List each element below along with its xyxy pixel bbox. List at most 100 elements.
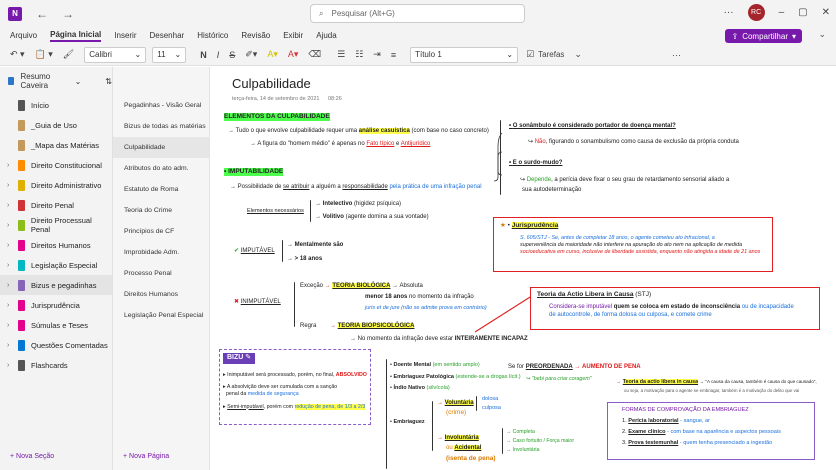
close-icon[interactable]: ✕ [822, 7, 830, 18]
italic-button[interactable]: I [217, 50, 220, 60]
absoluta: Absoluta [399, 283, 423, 289]
section-item[interactable]: › Bizus e pegadinhas [0, 275, 112, 295]
new-page-label: Nova Página [129, 453, 170, 460]
sort-icon[interactable]: ⇅ [105, 77, 112, 86]
isenta: (isenta de pena) [446, 455, 496, 462]
possib-1: Possibilidade de [237, 184, 282, 190]
chevron-down-icon[interactable]: ⌄ [574, 49, 582, 60]
regra-line: Regra → TEORIA BIOPSICOLÓGICA [300, 323, 415, 331]
regra: Regra [300, 323, 317, 329]
section-item[interactable]: › Direito Processual Penal [0, 215, 112, 235]
bold-button[interactable]: N [200, 50, 207, 60]
font-size-select[interactable]: 11 ⌄ [152, 46, 187, 63]
bebi-line: ↪ "bebi para criar coragem" [526, 376, 592, 382]
menor18-line: menor 18 anos no momento da infração [365, 294, 474, 302]
search-input[interactable]: ⌕ Pesquisar (Alt+G) [310, 4, 525, 23]
section-tab-icon [18, 199, 25, 211]
checkbox-icon[interactable]: ☑ [526, 49, 534, 60]
bizu-1b: ABSOLVIDO [335, 371, 367, 378]
answer-2: ↪ Depende, a perícia deve fixar o seu gr… [520, 177, 730, 183]
page-item[interactable]: Estatuto de Roma [113, 179, 209, 200]
more-options-icon[interactable]: ··· [724, 7, 734, 18]
section-item[interactable]: › Direito Administrativo [0, 175, 112, 195]
forward-arrow-icon[interactable]: → [62, 7, 74, 21]
page-item[interactable]: Bizus de todas as matérias [113, 116, 209, 137]
section-item[interactable]: Início [0, 95, 112, 115]
formas-item: 1. Perícia laboratorial - sangue, ar [622, 418, 806, 425]
new-page-button[interactable]: + Nova Página [123, 453, 169, 460]
share-button[interactable]: ⇪ Compartilhar ▾ [725, 29, 802, 43]
page-item[interactable]: Processo Penal [113, 263, 209, 284]
note-canvas[interactable]: Culpabilidade terça-feira, 14 de setembr… [210, 67, 836, 470]
page-item[interactable]: Direitos Humanos [113, 284, 209, 305]
menu-inserir[interactable]: Inserir [114, 31, 136, 40]
menu-pagina-inicial[interactable]: Página Inicial [50, 30, 102, 42]
highlight-icon[interactable]: ✐▾ [245, 49, 257, 60]
page-item[interactable]: Teoria do Crime [113, 200, 209, 221]
more-icon[interactable]: ··· [672, 50, 681, 60]
numbering-icon[interactable]: ☷ [355, 49, 363, 60]
page-title[interactable]: Culpabilidade [232, 76, 311, 92]
share-label: Compartilhar [742, 31, 788, 41]
avatar[interactable]: RC [747, 4, 765, 21]
jurisprudencia-text-3: socioeducativa em curso, inclusive de li… [520, 248, 761, 255]
bullets-icon[interactable]: ☰ [337, 49, 345, 60]
format-painter-icon[interactable]: 🖌 [63, 49, 74, 60]
section-item[interactable]: › Jurisprudência [0, 295, 112, 315]
actio-title-line: Teoria da Actio Libera in Causa (STJ) [537, 291, 813, 299]
collapse-ribbon-icon[interactable]: ⌄ [818, 29, 826, 40]
section-item[interactable]: _Mapa das Matérias [0, 135, 112, 155]
clear-format-icon[interactable]: ⌫ [308, 49, 321, 60]
page-item[interactable]: Atributos do ato adm. [113, 158, 209, 179]
text-color-icon[interactable]: A▾ [288, 49, 299, 60]
menu-historico[interactable]: Histórico [197, 31, 228, 40]
strikethrough-button[interactable]: S [229, 50, 235, 60]
menu-ajuda[interactable]: Ajuda [316, 31, 336, 40]
section-item[interactable]: › Legislação Especial [0, 255, 112, 275]
section-label: Flashcards [31, 360, 68, 370]
menu-desenhar[interactable]: Desenhar [150, 31, 185, 40]
section-item[interactable]: › Direitos Humanos [0, 235, 112, 255]
embr-pat-rest: (estende-se a drogas lícit.) [455, 374, 521, 380]
question-2-text: E o surdo-mudo? [512, 160, 563, 166]
paste-icon[interactable]: 📋 ▾ [35, 49, 53, 60]
font-select[interactable]: Calibri ⌄ [84, 46, 147, 63]
volitivo: Volitivo [322, 214, 344, 220]
answer-2-line2: sua autodeterminação [522, 187, 582, 193]
page-item[interactable]: Legislação Penal Especial [113, 305, 209, 326]
section-item[interactable]: _Guia de Uso [0, 115, 112, 135]
page-item[interactable]: Culpabilidade [113, 137, 209, 158]
section-item[interactable]: › Direito Penal [0, 195, 112, 215]
menu-arquivo[interactable]: Arquivo [10, 31, 37, 40]
minimize-icon[interactable]: – [779, 7, 785, 18]
section-label: _Mapa das Matérias [31, 140, 99, 150]
page-item[interactable]: Pegadinhas - Visão Geral [113, 95, 209, 116]
antijuridico: Antijurídico [400, 141, 431, 147]
back-arrow-icon[interactable]: ← [36, 7, 48, 21]
check-icon: ✔ [234, 248, 240, 254]
maximize-icon[interactable]: ▢ [798, 7, 807, 18]
indent-icon[interactable]: ⇥ [373, 49, 381, 60]
align-icon[interactable]: ≡ [391, 50, 396, 60]
style-select[interactable]: Título 1 ⌄ [410, 46, 519, 63]
doente-line: • Doente Mental (em sentido amplo) [390, 362, 480, 368]
section-label: Direito Administrativo [31, 180, 102, 190]
menu-revisao[interactable]: Revisão [241, 31, 270, 40]
section-item[interactable]: › Flashcards [0, 355, 112, 375]
notebook-selector[interactable]: Resumo Caveira ⌄ ⇅ [0, 67, 112, 95]
new-section-button[interactable]: + Nova Seção [10, 453, 54, 460]
answer-1-rest: , figurando o sonambulismo como causa de… [545, 139, 739, 145]
menu-exibir[interactable]: Exibir [283, 31, 303, 40]
section-item[interactable]: › Súmulas e Teses [0, 315, 112, 335]
font-color-icon[interactable]: A▾ [267, 49, 278, 60]
undo-icon[interactable]: ↶ ▾ [10, 49, 25, 60]
tasks-label[interactable]: Tarefas [538, 50, 564, 59]
page-item[interactable]: Princípios de CF [113, 221, 209, 242]
maior18: > 18 anos [294, 256, 323, 262]
involuntaria: Involuntária [444, 435, 479, 441]
actio2-note-2: ou seja, a motivação para o agente se em… [624, 388, 800, 393]
section-item[interactable]: › Direito Constitucional [0, 155, 112, 175]
juris-et-de-jure: juris et de jure (não se admite prova em… [365, 305, 487, 311]
page-item[interactable]: Improbidade Adm. [113, 242, 209, 263]
section-item[interactable]: › Questões Comentadas [0, 335, 112, 355]
